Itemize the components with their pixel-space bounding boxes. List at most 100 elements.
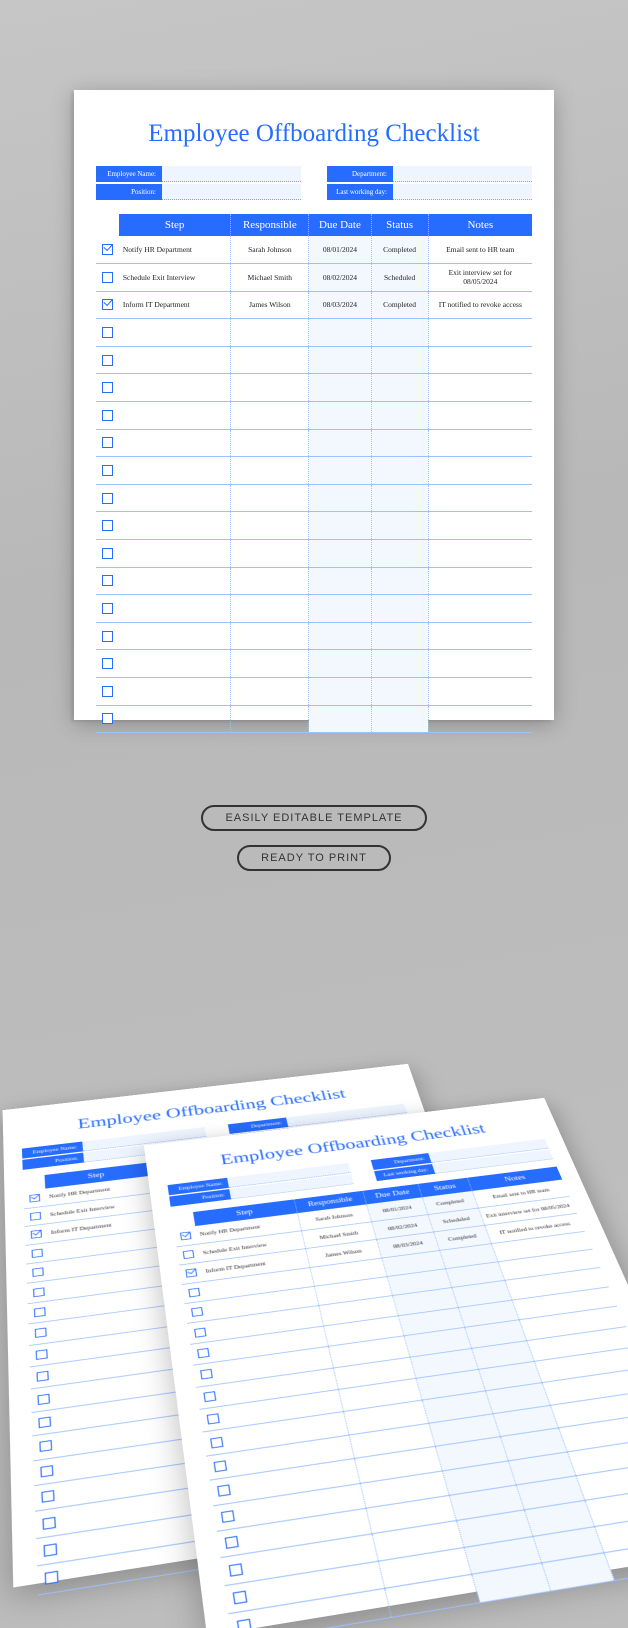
checkbox[interactable]: [200, 1369, 213, 1380]
checkbox[interactable]: [237, 1619, 252, 1628]
cell-due: [309, 705, 371, 733]
checkbox-cell: [209, 1477, 238, 1506]
checkbox[interactable]: [180, 1232, 191, 1241]
cell-notes: [428, 402, 532, 430]
cell-status: [371, 540, 428, 568]
cell-due: [309, 595, 371, 623]
checkbox[interactable]: [102, 520, 113, 531]
checkbox[interactable]: [32, 1268, 43, 1278]
checkbox-cell: [96, 264, 119, 292]
table-row: [96, 374, 532, 402]
cell-status: [371, 512, 428, 540]
cell-due: [309, 429, 371, 457]
cell-notes: [428, 429, 532, 457]
cell-due: [309, 650, 371, 678]
checkbox[interactable]: [206, 1413, 219, 1424]
checkbox-cell: [96, 402, 119, 430]
checkbox[interactable]: [194, 1327, 206, 1337]
table-row: [96, 512, 532, 540]
checkbox[interactable]: [102, 575, 113, 586]
checkbox[interactable]: [39, 1440, 52, 1452]
checkbox[interactable]: [29, 1194, 40, 1203]
checkbox[interactable]: [102, 713, 113, 724]
info-label: Employee Name:: [96, 166, 162, 182]
checkbox[interactable]: [210, 1437, 223, 1449]
info-block: Department:Last working day:: [327, 166, 532, 200]
checkbox[interactable]: [191, 1307, 203, 1317]
checkbox[interactable]: [102, 327, 113, 338]
checkbox[interactable]: [38, 1417, 51, 1429]
cell-status: Completed: [371, 291, 428, 319]
checkbox[interactable]: [185, 1269, 197, 1278]
checkbox[interactable]: [44, 1571, 58, 1585]
checkbox[interactable]: [213, 1460, 227, 1472]
checkbox[interactable]: [42, 1516, 55, 1529]
cell-step: [119, 484, 231, 512]
checkbox[interactable]: [102, 299, 113, 310]
checkbox[interactable]: [102, 686, 113, 697]
checkbox-cell: [35, 1508, 63, 1539]
checkbox[interactable]: [221, 1510, 235, 1523]
checkbox-cell: [96, 236, 119, 264]
cell-status: [371, 567, 428, 595]
cell-responsible: James Wilson: [231, 291, 309, 319]
info-value[interactable]: [162, 184, 301, 200]
checkbox[interactable]: [33, 1287, 45, 1297]
checkbox[interactable]: [102, 244, 113, 255]
badge-container: EASILY EDITABLE TEMPLATE READY TO PRINT: [0, 805, 628, 871]
checkbox[interactable]: [40, 1465, 53, 1477]
checkbox[interactable]: [31, 1249, 42, 1258]
checkbox[interactable]: [224, 1536, 238, 1549]
checkbox[interactable]: [102, 548, 113, 559]
info-value[interactable]: [162, 166, 301, 182]
checkbox[interactable]: [232, 1591, 247, 1605]
info-value[interactable]: [393, 184, 532, 200]
cell-step: [119, 622, 231, 650]
checkbox[interactable]: [102, 272, 113, 283]
cell-status: Scheduled: [371, 264, 428, 292]
checkbox[interactable]: [30, 1212, 41, 1221]
checkbox[interactable]: [102, 410, 113, 421]
checkbox[interactable]: [203, 1391, 216, 1402]
checkbox[interactable]: [102, 355, 113, 366]
cell-due: 08/03/2024: [309, 291, 371, 319]
checkbox-cell: [37, 1562, 66, 1595]
checkbox[interactable]: [34, 1307, 46, 1317]
checkbox[interactable]: [35, 1349, 47, 1360]
checklist-document: Employee Offboarding ChecklistEmployee N…: [74, 90, 554, 720]
checkbox[interactable]: [188, 1288, 200, 1298]
checkbox[interactable]: [37, 1393, 49, 1404]
table-row: Notify HR DepartmentSarah Johnson08/01/2…: [96, 236, 532, 264]
cell-due: [309, 512, 371, 540]
checkbox[interactable]: [217, 1485, 231, 1497]
cell-step: [119, 319, 231, 347]
info-value[interactable]: [393, 166, 532, 182]
checkbox[interactable]: [43, 1543, 57, 1557]
checkbox[interactable]: [41, 1490, 54, 1503]
checkbox[interactable]: [102, 382, 113, 393]
checkbox[interactable]: [102, 493, 113, 504]
cell-step: Inform IT Department: [119, 291, 231, 319]
checkbox[interactable]: [36, 1371, 48, 1382]
checkbox[interactable]: [102, 658, 113, 669]
cell-notes: [428, 512, 532, 540]
document-stack: Employee Offboarding ChecklistEmployee N…: [0, 930, 628, 1490]
cell-responsible: [231, 650, 309, 678]
checkbox[interactable]: [102, 437, 113, 448]
checkbox[interactable]: [102, 603, 113, 614]
table-row: Schedule Exit InterviewMichael Smith08/0…: [96, 264, 532, 292]
cell-notes: IT notified to revoke access: [428, 291, 532, 319]
checkbox[interactable]: [228, 1563, 242, 1576]
checkbox[interactable]: [31, 1230, 42, 1239]
cell-notes: [428, 319, 532, 347]
cell-step: [119, 705, 231, 733]
checkbox[interactable]: [102, 631, 113, 642]
checkbox[interactable]: [35, 1328, 47, 1338]
checkbox[interactable]: [102, 465, 113, 476]
checkbox-cell: [96, 319, 119, 347]
column-header: Status: [371, 214, 428, 236]
checkbox[interactable]: [197, 1348, 210, 1358]
cell-notes: [428, 374, 532, 402]
cell-responsible: [231, 678, 309, 706]
checkbox[interactable]: [183, 1250, 195, 1259]
